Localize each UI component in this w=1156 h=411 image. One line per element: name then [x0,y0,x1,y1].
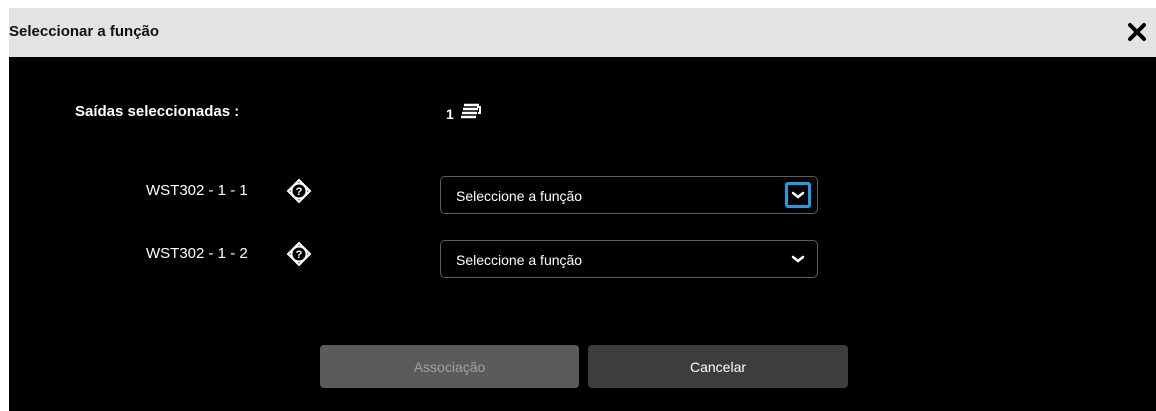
select-function-dialog: Seleccionar a função Saídas seleccionada… [9,8,1156,411]
output-label-2: WST302 - 1 - 2 [146,245,248,262]
dialog-titlebar: Seleccionar a função [9,8,1156,57]
function-select-1-value: Seleccione a função [456,188,583,204]
svg-text:?: ? [296,186,303,198]
function-select-1[interactable]: Seleccione a função [440,176,818,214]
function-select-2-value: Seleccione a função [456,252,583,268]
help-icon[interactable]: ? [286,241,312,267]
selected-outputs-count-group: 1 [446,100,482,127]
associate-button[interactable]: Associação [320,345,579,388]
output-label-1: WST302 - 1 - 1 [146,182,248,199]
stack-icon [460,100,482,127]
help-icon[interactable]: ? [286,178,312,204]
cancel-button[interactable]: Cancelar [588,345,848,388]
function-select-2[interactable]: Seleccione a função [440,240,818,278]
svg-text:?: ? [296,249,303,261]
dialog-title: Seleccionar a função [9,23,160,40]
close-icon[interactable] [1124,19,1150,45]
chevron-down-icon[interactable] [785,182,811,208]
selected-outputs-count: 1 [446,105,454,122]
selected-outputs-label: Saídas seleccionadas : [75,103,240,120]
chevron-down-icon[interactable] [785,246,811,272]
